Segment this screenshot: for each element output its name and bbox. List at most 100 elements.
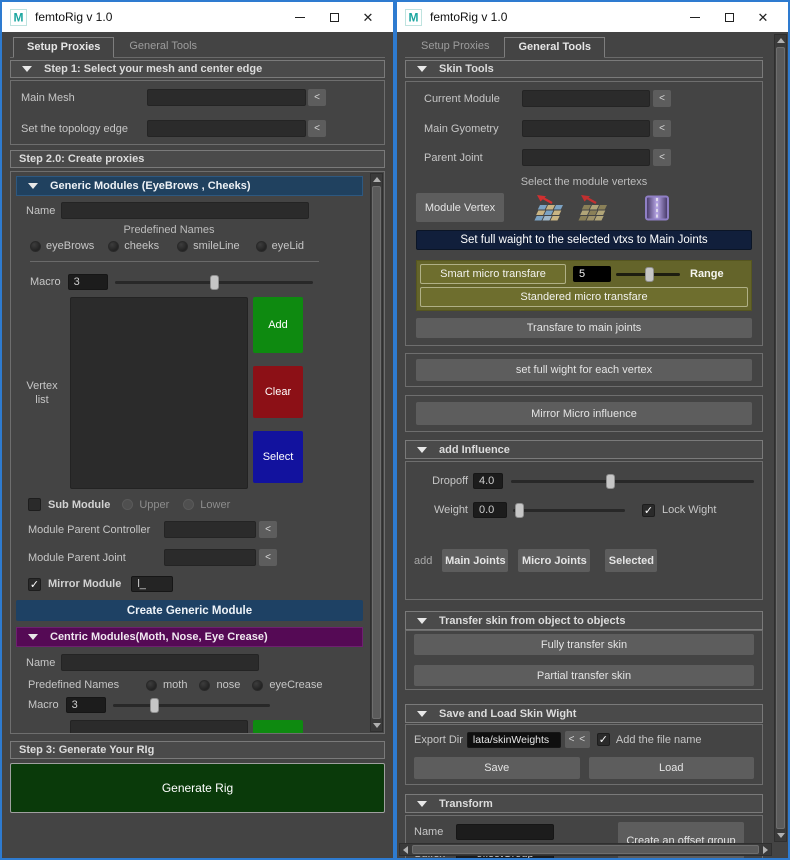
centric-modules-header[interactable]: Centric Modules(Moth, Nose, Eye Crease) (16, 627, 363, 647)
close-button[interactable]: ✕ (746, 5, 780, 29)
tab-setup-proxies[interactable]: Setup Proxies (13, 37, 115, 58)
close-button[interactable]: ✕ (351, 5, 385, 29)
radio-eyecrease[interactable] (252, 679, 264, 691)
step1-header[interactable]: Step 1: Select your mesh and center edge (10, 60, 385, 78)
weight-slider[interactable] (513, 502, 625, 518)
radio-eyelid[interactable] (255, 240, 267, 252)
module-parent-joint-pick-button[interactable]: < (259, 549, 277, 566)
centric-macro-field[interactable]: 3 (65, 697, 106, 713)
centric-macro-slider[interactable] (112, 697, 270, 713)
step3-header[interactable]: Step 3: Generate Your RIg (10, 741, 385, 759)
module-grid-icon[interactable] (534, 194, 567, 221)
current-module-field[interactable] (522, 90, 650, 107)
step2-header[interactable]: Step 2.0: Create proxies (10, 150, 385, 168)
minimize-button[interactable] (678, 5, 712, 29)
parent-joint-field[interactable] (522, 149, 650, 166)
scroll-up-icon[interactable] (371, 174, 382, 185)
add-main-joints-button[interactable]: Main Joints (442, 549, 509, 572)
module-parent-controller-field[interactable] (164, 521, 256, 538)
module-parent-controller-pick-button[interactable]: < (259, 521, 277, 538)
lock-wight-checkbox[interactable]: ✓ (642, 503, 655, 517)
create-generic-module-button[interactable]: Create Generic Module (16, 600, 363, 621)
horizontal-scrollbar[interactable] (399, 843, 772, 856)
radio-eyebrows[interactable] (30, 240, 41, 252)
tab-general-tools[interactable]: General Tools (116, 37, 210, 57)
module-parent-joint-field[interactable] (164, 549, 256, 566)
current-module-pick-button[interactable]: < (653, 90, 671, 107)
tab-general-tools[interactable]: General Tools (504, 37, 606, 58)
radio-lower[interactable] (183, 499, 195, 510)
maximize-button[interactable] (712, 5, 746, 29)
mirror-icon[interactable] (644, 195, 670, 221)
scroll-left-icon[interactable] (400, 844, 411, 855)
tab-setup-proxies[interactable]: Setup Proxies (408, 37, 502, 57)
module-vertex-button[interactable]: Module Vertex (416, 193, 504, 222)
radio-moth[interactable] (146, 679, 157, 691)
main-mesh-pick-button[interactable]: < (308, 89, 326, 106)
mirror-micro-influence-button[interactable]: Mirror Micro influence (416, 402, 752, 425)
mirror-module-checkbox[interactable]: ✓ (28, 577, 41, 591)
radio-nose[interactable] (199, 679, 211, 691)
fully-transfer-skin-button[interactable]: Fully transfer skin (414, 634, 754, 655)
mirror-prefix-field[interactable]: l_ (131, 576, 174, 592)
transfare-to-main-joints-button[interactable]: Transfare to main joints (416, 318, 752, 338)
minimize-button[interactable] (283, 5, 317, 29)
save-button[interactable]: Save (414, 757, 580, 779)
sub-module-checkbox[interactable] (28, 498, 41, 511)
radio-smileline[interactable] (177, 240, 189, 252)
topology-edge-pick-button[interactable]: < (308, 120, 326, 137)
standered-micro-transfare-button[interactable]: Standered micro transfare (420, 287, 748, 307)
scroll-thumb[interactable] (372, 186, 381, 719)
generic-modules-header[interactable]: Generic Modules (EyeBrows , Cheeks) (16, 176, 363, 196)
main-gyometry-pick-button[interactable]: < (653, 120, 671, 137)
weight-field[interactable]: 0.0 (473, 502, 507, 518)
save-load-header[interactable]: Save and Load Skin Wight (405, 704, 763, 723)
parent-joint-pick-button[interactable]: < (653, 149, 671, 166)
partial-transfer-skin-button[interactable]: Partial transfer skin (414, 665, 754, 686)
titlebar[interactable]: M femtoRig v 1.0 ✕ (397, 2, 788, 32)
set-full-wight-button[interactable]: set full wight for each vertex (416, 359, 752, 381)
clear-button[interactable]: Clear (253, 366, 303, 418)
generic-name-field[interactable] (61, 202, 310, 219)
select-button[interactable]: Select (253, 431, 303, 483)
range-field[interactable]: 5 (573, 266, 611, 282)
generic-macro-field[interactable]: 3 (67, 274, 108, 290)
scroll-right-icon[interactable] (760, 844, 771, 855)
add-micro-joints-button[interactable]: Micro Joints (518, 549, 591, 572)
generic-macro-slider[interactable] (114, 274, 313, 290)
transfer-skin-header[interactable]: Transfer skin from object to objects (405, 611, 763, 630)
topology-edge-field[interactable] (147, 120, 306, 137)
set-full-waight-button[interactable]: Set full waight to the selected vtxs to … (416, 230, 752, 250)
scroll-down-icon[interactable] (775, 830, 786, 841)
centric-vertex-list[interactable] (70, 720, 248, 733)
transform-name-field[interactable] (456, 824, 554, 840)
radio-upper[interactable] (122, 499, 134, 510)
vertical-scrollbar[interactable] (774, 34, 787, 842)
add-button[interactable]: Add (253, 297, 303, 353)
skin-tools-header[interactable]: Skin Tools (405, 60, 763, 78)
range-slider[interactable] (616, 266, 680, 282)
scroll-thumb[interactable] (412, 845, 759, 854)
export-dir-field[interactable]: lata/skinWeights (466, 731, 561, 748)
centric-add-button[interactable] (253, 720, 303, 733)
maximize-button[interactable] (317, 5, 351, 29)
add-selected-button[interactable]: Selected (605, 549, 658, 572)
main-gyometry-field[interactable] (522, 120, 650, 137)
module-grid-muted-icon[interactable] (578, 194, 611, 221)
dropoff-slider[interactable] (511, 473, 754, 489)
add-influence-header[interactable]: add Influence (405, 440, 763, 459)
titlebar[interactable]: M femtoRig v 1.0 ✕ (2, 2, 393, 32)
dropoff-field[interactable]: 4.0 (473, 473, 503, 489)
step2-vertical-scrollbar[interactable] (370, 173, 383, 732)
radio-cheeks[interactable] (108, 240, 120, 252)
export-dir-pick-button[interactable]: < < (564, 731, 590, 748)
smart-micro-transfare-button[interactable]: Smart micro transfare (420, 264, 566, 284)
main-mesh-field[interactable] (147, 89, 306, 106)
transform-header[interactable]: Transform (405, 794, 763, 813)
load-button[interactable]: Load (588, 757, 754, 779)
scroll-up-icon[interactable] (775, 35, 786, 46)
vertex-list[interactable] (70, 297, 248, 489)
centric-name-field[interactable] (61, 654, 260, 671)
add-file-name-checkbox[interactable]: ✓ (596, 733, 610, 746)
scroll-down-icon[interactable] (371, 720, 382, 731)
